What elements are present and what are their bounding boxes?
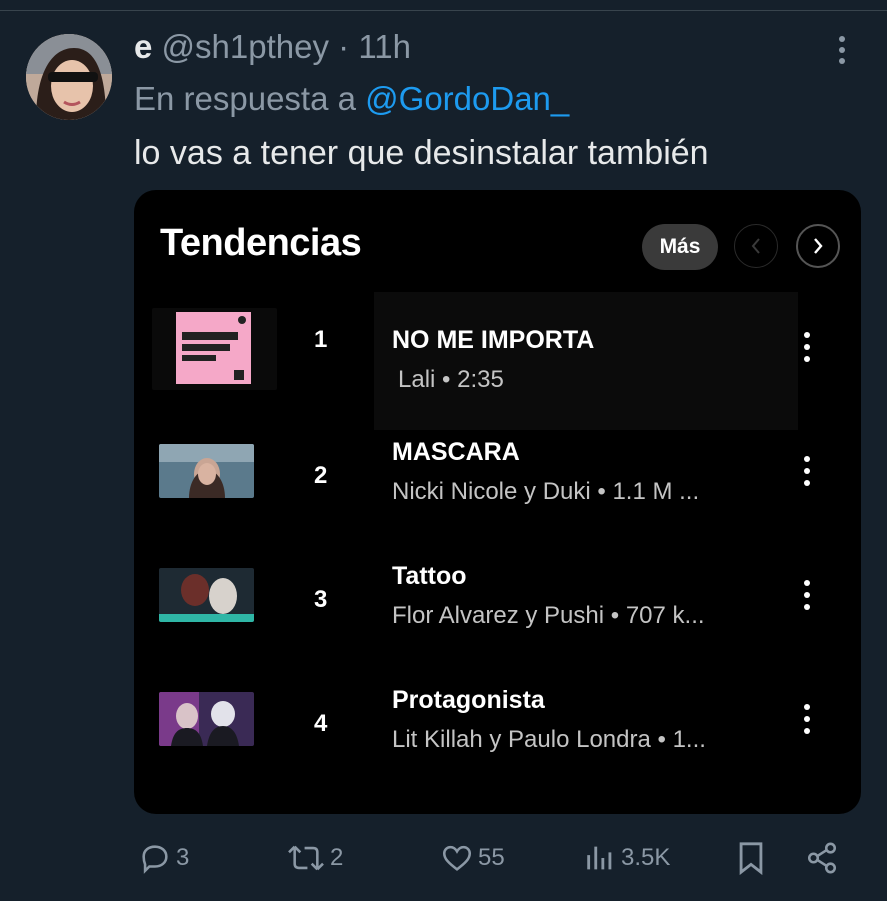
- album-art: [159, 568, 254, 622]
- bookmark-icon: [739, 842, 763, 875]
- trending-card[interactable]: Tendencias Más 1 NO ME IMPORTA Lali • 2:…: [134, 190, 861, 814]
- track-subtitle: Flor Alvarez y Pushi • 707 k...: [392, 602, 705, 629]
- bookmark-button[interactable]: [736, 836, 766, 880]
- more-vertical-icon[interactable]: [802, 580, 812, 620]
- reply-button[interactable]: 3: [138, 836, 189, 880]
- more-options-icon[interactable]: [832, 36, 852, 66]
- track-subtitle: Lit Killah y Paulo Londra • 1...: [392, 726, 706, 753]
- heart-icon: [442, 845, 472, 871]
- track-subtitle: Nicki Nicole y Duki • 1.1 M ...: [392, 478, 700, 505]
- more-vertical-icon[interactable]: [802, 456, 812, 496]
- timestamp[interactable]: 11h: [358, 28, 411, 65]
- album-art: [159, 444, 254, 498]
- retweet-icon: [288, 845, 324, 871]
- like-button[interactable]: 55: [440, 836, 505, 880]
- reply-mention-link[interactable]: @GordoDan_: [365, 80, 569, 117]
- top-divider: [0, 10, 887, 11]
- separator: ·: [338, 28, 350, 65]
- retweet-count: 2: [330, 844, 344, 871]
- tweet-actions: 3 2 55 3.5K: [0, 836, 887, 886]
- track-title: Protagonista: [392, 686, 545, 714]
- more-button[interactable]: Más: [642, 224, 718, 270]
- track-rank: 1: [314, 326, 328, 353]
- card-title: Tendencias: [160, 222, 362, 264]
- tweet-text: lo vas a tener que desinstalar también: [134, 134, 709, 172]
- share-icon: [807, 842, 837, 874]
- track-title: MASCARA: [392, 438, 520, 466]
- track-subtitle: Lali • 2:35: [398, 366, 504, 393]
- reply-prefix: En respuesta a: [134, 80, 356, 117]
- track-rank: 2: [314, 462, 328, 489]
- views-icon: [587, 846, 612, 870]
- retweet-button[interactable]: 2: [286, 836, 343, 880]
- views-count: 3.5K: [621, 844, 671, 871]
- reply-icon: [142, 845, 168, 874]
- track-title: Tattoo: [392, 562, 467, 590]
- track-rank: 4: [314, 710, 328, 737]
- row-highlight: [374, 292, 798, 430]
- chevron-left-icon: [751, 238, 760, 254]
- reply-context: En respuesta a @GordoDan_: [134, 80, 569, 118]
- more-vertical-icon[interactable]: [802, 332, 812, 372]
- album-art: [152, 308, 277, 390]
- views-button[interactable]: 3.5K: [583, 836, 670, 880]
- track-row[interactable]: 2 MASCARA Nicki Nicole y Duki • 1.1 M ..…: [134, 428, 861, 540]
- album-art: [159, 692, 254, 746]
- prev-button[interactable]: [734, 224, 778, 268]
- avatar[interactable]: [26, 34, 112, 120]
- chevron-right-icon: [814, 238, 823, 254]
- track-row[interactable]: 1 NO ME IMPORTA Lali • 2:35: [134, 292, 861, 430]
- track-rank: 3: [314, 586, 328, 613]
- track-title: NO ME IMPORTA: [392, 326, 595, 354]
- like-count: 55: [478, 844, 505, 871]
- track-row[interactable]: 3 Tattoo Flor Alvarez y Pushi • 707 k...: [134, 552, 861, 664]
- share-button[interactable]: [804, 836, 840, 880]
- more-vertical-icon[interactable]: [802, 704, 812, 744]
- handle[interactable]: @sh1pthey: [162, 28, 329, 65]
- tweet-header: e @sh1pthey · 11h: [134, 28, 411, 66]
- track-row[interactable]: 4 Protagonista Lit Killah y Paulo Londra…: [134, 676, 861, 788]
- display-name[interactable]: e: [134, 28, 152, 65]
- reply-count: 3: [176, 844, 190, 871]
- next-button[interactable]: [796, 224, 840, 268]
